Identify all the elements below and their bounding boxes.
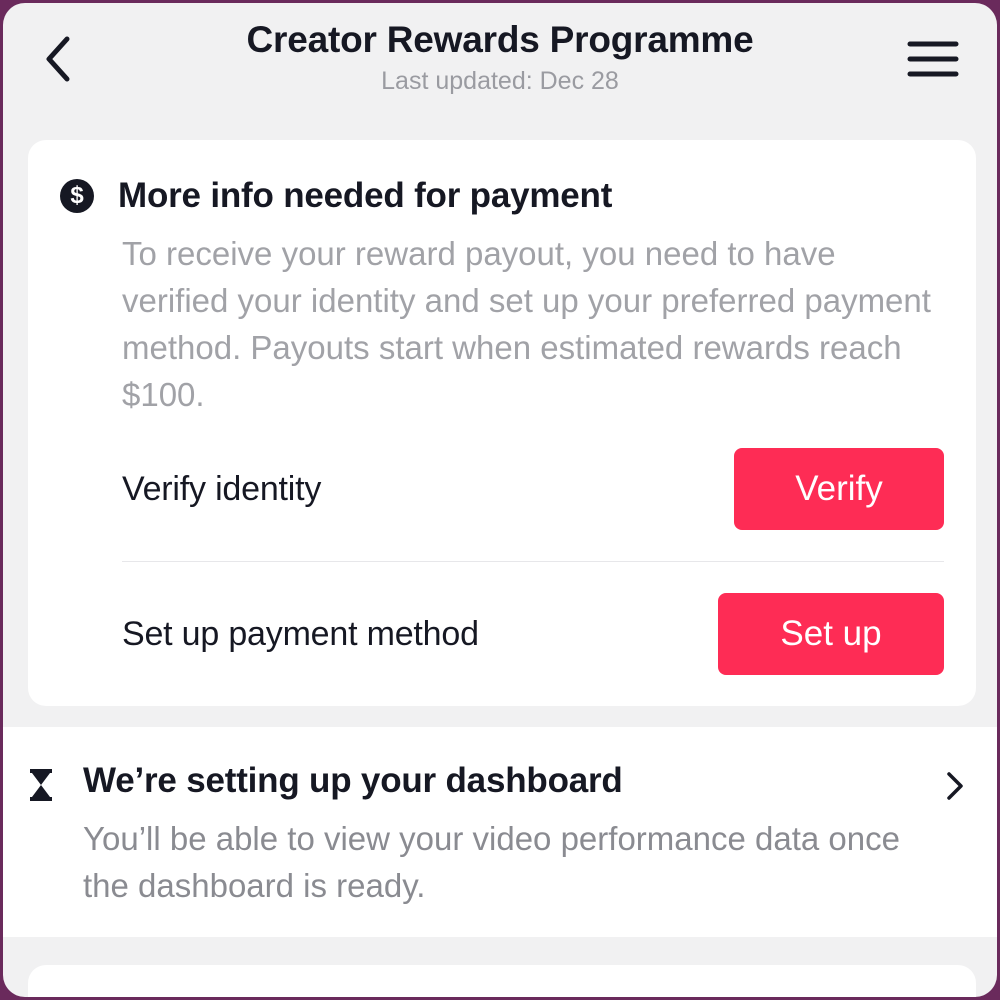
header: Creator Rewards Programme Last updated: … [3,3,997,113]
hourglass-icon [30,769,52,801]
chevron-left-icon [46,36,70,82]
app-screen: Creator Rewards Programme Last updated: … [3,3,997,997]
verify-button[interactable]: Verify [734,448,944,530]
payment-method-row: Set up payment method Set up [122,593,944,675]
hamburger-menu-icon [907,41,959,77]
dashboard-title: We’re setting up your dashboard [83,761,623,800]
verify-identity-row: Verify identity Verify [122,448,944,530]
title-block: Creator Rewards Programme Last updated: … [153,17,847,97]
next-card-partial [28,965,976,997]
last-updated-text: Last updated: Dec 28 [381,67,619,95]
set-up-button[interactable]: Set up [718,593,944,675]
verify-identity-label: Verify identity [122,469,322,508]
dashboard-description: You’ll be able to view your video perfor… [83,820,900,904]
menu-button[interactable] [898,31,968,87]
divider [122,561,944,562]
back-button[interactable] [33,29,83,89]
payment-method-label: Set up payment method [122,614,479,653]
payment-info-card: $ More info needed for payment To receiv… [28,140,976,706]
dollar-circle-icon: $ [60,179,94,213]
page-title: Creator Rewards Programme [246,19,754,60]
payment-card-heading-row: $ More info needed for payment [60,176,612,216]
dashboard-status-item[interactable]: We’re setting up your dashboard You’ll b… [3,727,997,937]
payment-card-description: To receive your reward payout, you need … [122,235,931,413]
chevron-right-icon [947,772,963,800]
payment-card-heading: More info needed for payment [118,176,613,215]
